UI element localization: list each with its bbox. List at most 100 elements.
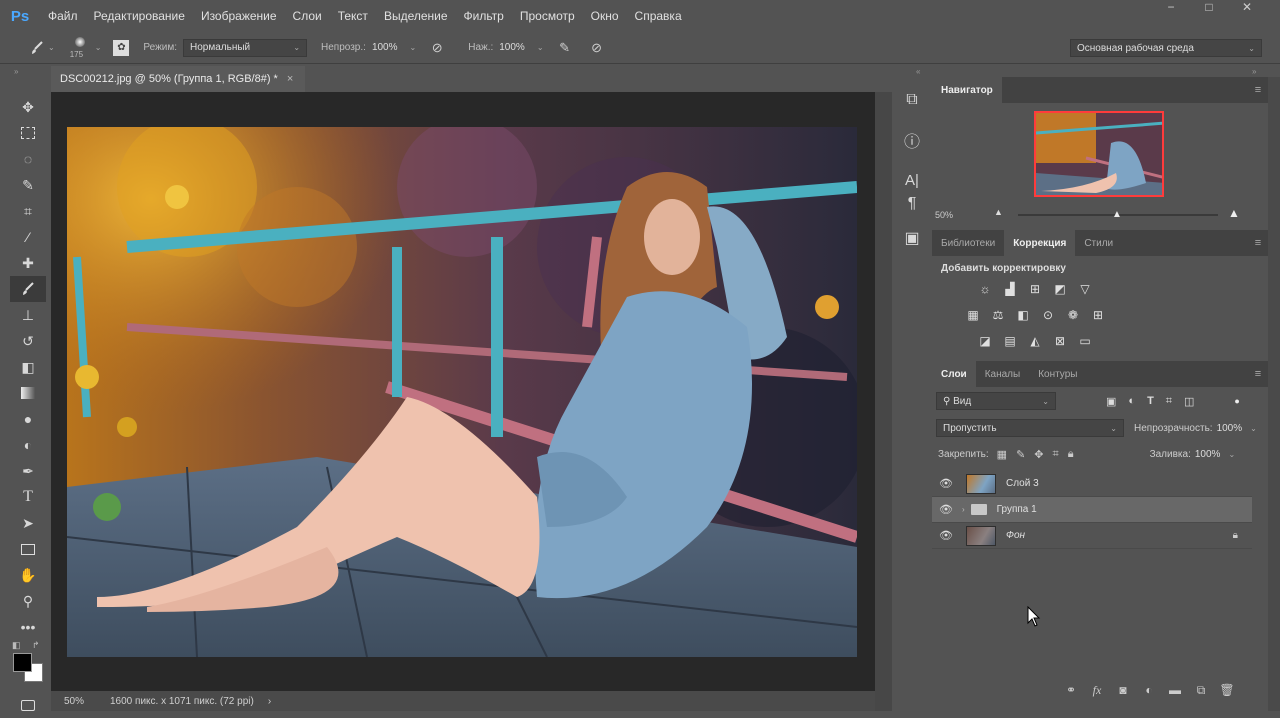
opacity-value[interactable]: 100% (372, 42, 398, 53)
brush-panel-icon[interactable]: ✿ (113, 39, 130, 56)
chevron-down-icon[interactable]: ⌄ (1228, 450, 1235, 459)
color-balance-icon[interactable]: ⚖ (989, 306, 1007, 324)
move-tool-icon[interactable]: ✥ (10, 94, 46, 120)
brush-tool-icon[interactable] (10, 276, 46, 302)
pressure-size-icon[interactable]: ⊘ (588, 39, 606, 57)
lasso-tool-icon[interactable]: ◌ (10, 146, 46, 172)
quick-mask-icon[interactable] (10, 692, 46, 718)
marquee-tool-icon[interactable] (10, 120, 46, 146)
menu-window[interactable]: Окно (583, 9, 627, 23)
chevron-right-icon[interactable]: › (962, 505, 965, 514)
lock-artboard-icon[interactable]: ⌗ (1053, 448, 1059, 461)
flow-value[interactable]: 100% (499, 42, 525, 53)
channel-mixer-icon[interactable]: ❁ (1064, 306, 1082, 324)
chevron-down-icon[interactable]: ⌄ (410, 43, 417, 52)
default-colors-icon[interactable]: ◧ (12, 640, 21, 651)
tab-styles[interactable]: Стили (1075, 230, 1122, 256)
lock-image-icon[interactable]: ✎ (1016, 448, 1025, 461)
gradient-tool-icon[interactable] (10, 380, 46, 406)
layer-opacity-value[interactable]: 100% (1217, 423, 1243, 434)
invert-icon[interactable]: ◪ (976, 332, 994, 350)
pen-tool-icon[interactable]: ✒ (10, 458, 46, 484)
close-window-button[interactable]: ✕ (1228, 0, 1266, 20)
navigator-zoom-value[interactable]: 50% (935, 210, 953, 220)
rectangle-tool-icon[interactable] (10, 536, 46, 562)
mode-select[interactable]: Нормальный ⌄ (183, 38, 308, 57)
zoom-slider-handle[interactable]: ▲ (1112, 209, 1122, 220)
layer-row-group-1[interactable]: 👁︎ › Группа 1 (932, 497, 1252, 523)
bw-icon[interactable]: ◧ (1014, 306, 1032, 324)
document-tab[interactable]: DSC00212.jpg @ 50% (Группа 1, RGB/8#) * … (51, 66, 305, 92)
layer-name[interactable]: Группа 1 (997, 504, 1037, 515)
color-lookup-icon[interactable]: ⊞ (1089, 306, 1107, 324)
status-zoom[interactable]: 50% (64, 696, 100, 707)
gradient-map-icon[interactable]: ▭ (1076, 332, 1094, 350)
menu-type[interactable]: Текст (330, 9, 376, 23)
tab-navigator[interactable]: Навигатор (932, 77, 1002, 103)
document-image[interactable] (67, 127, 857, 657)
threshold-icon[interactable]: ◭ (1026, 332, 1044, 350)
foreground-color-swatch[interactable] (13, 653, 32, 672)
curves-icon[interactable]: ⊞ (1026, 280, 1044, 298)
layer-row-layer-3[interactable]: 👁︎ Слой 3 (932, 471, 1252, 497)
layer-row-background[interactable]: 👁︎ Фон 🔒︎ (932, 523, 1252, 549)
quick-selection-tool-icon[interactable]: ✎ (10, 172, 46, 198)
close-tab-icon[interactable]: × (287, 73, 293, 85)
type-tool-icon[interactable]: T (10, 484, 46, 510)
expand-panels-icon[interactable]: » (1252, 67, 1256, 76)
panel-menu-icon[interactable]: ≡ (1248, 361, 1268, 387)
photo-filter-icon[interactable]: ⊙ (1039, 306, 1057, 324)
tool-presets-icon[interactable]: ▣ (892, 218, 932, 258)
healing-brush-tool-icon[interactable]: ✚ (10, 250, 46, 276)
filter-smart-object-icon[interactable]: ◫ (1184, 395, 1194, 408)
menu-view[interactable]: Просмотр (512, 9, 583, 23)
visibility-eye-icon[interactable]: 👁︎ (932, 503, 960, 516)
lock-transparency-icon[interactable]: ▦ (997, 448, 1007, 461)
filter-type-icon[interactable]: T (1147, 395, 1154, 407)
tab-channels[interactable]: Каналы (976, 361, 1030, 387)
chevron-down-icon[interactable]: ⌄ (95, 43, 102, 52)
blend-mode-select[interactable]: Пропустить ⌄ (936, 419, 1124, 437)
fill-value[interactable]: 100% (1195, 449, 1221, 460)
path-selection-tool-icon[interactable]: ➤ (10, 510, 46, 536)
panel-menu-icon[interactable]: ≡ (1248, 77, 1268, 103)
filter-toggle-icon[interactable]: ● (1234, 396, 1239, 406)
canvas-scrollbar[interactable] (875, 92, 892, 711)
new-layer-icon[interactable]: ⧉ (1188, 683, 1214, 698)
paragraph-panel-icon[interactable]: ¶ (892, 190, 932, 218)
exposure-icon[interactable]: ◩ (1051, 280, 1069, 298)
dodge-tool-icon[interactable]: ◐ (10, 432, 46, 458)
panel-menu-icon[interactable]: ≡ (1248, 230, 1268, 256)
blur-tool-icon[interactable]: ● (10, 406, 46, 432)
menu-image[interactable]: Изображение (193, 9, 285, 23)
layer-style-icon[interactable]: fx (1084, 683, 1110, 698)
posterize-icon[interactable]: ▤ (1001, 332, 1019, 350)
selective-color-icon[interactable]: ⊠ (1051, 332, 1069, 350)
menu-edit[interactable]: Редактирование (86, 9, 193, 23)
brush-size-picker[interactable]: 175 (67, 35, 95, 61)
chevron-down-icon[interactable]: ⌄ (48, 43, 55, 52)
filter-shape-icon[interactable]: ⌗ (1166, 395, 1172, 408)
tab-paths[interactable]: Контуры (1029, 361, 1086, 387)
hue-icon[interactable]: ▦ (964, 306, 982, 324)
visibility-eye-icon[interactable]: 👁︎ (932, 529, 960, 542)
swap-colors-icon[interactable]: ↱ (32, 640, 40, 651)
chevron-down-icon[interactable]: ⌄ (1250, 424, 1257, 433)
brightness-icon[interactable]: ☼ (976, 280, 994, 298)
chevron-down-icon[interactable]: ⌄ (537, 43, 544, 52)
vibrance-icon[interactable]: ▽ (1076, 280, 1094, 298)
navigator-thumbnail[interactable] (1034, 111, 1164, 197)
layer-name[interactable]: Фон (1006, 530, 1025, 541)
restore-button[interactable]: □ (1190, 0, 1228, 20)
crop-tool-icon[interactable]: ⌗ (10, 198, 46, 224)
visibility-eye-icon[interactable]: 👁︎ (932, 477, 960, 490)
workspace-select[interactable]: Основная рабочая среда ⌄ (1070, 39, 1262, 57)
history-panel-icon[interactable]: ⧉ (892, 80, 932, 120)
brush-preset-icon[interactable] (28, 39, 46, 57)
clone-stamp-tool-icon[interactable]: ⊥ (10, 302, 46, 328)
status-menu-arrow[interactable]: › (268, 696, 271, 707)
history-brush-tool-icon[interactable]: ↺ (10, 328, 46, 354)
layer-filter-select[interactable]: ⚲ Вид ⌄ (936, 392, 1056, 410)
zoom-tool-icon[interactable]: ⚲ (10, 588, 46, 614)
tab-adjustments[interactable]: Коррекция (1004, 230, 1076, 256)
